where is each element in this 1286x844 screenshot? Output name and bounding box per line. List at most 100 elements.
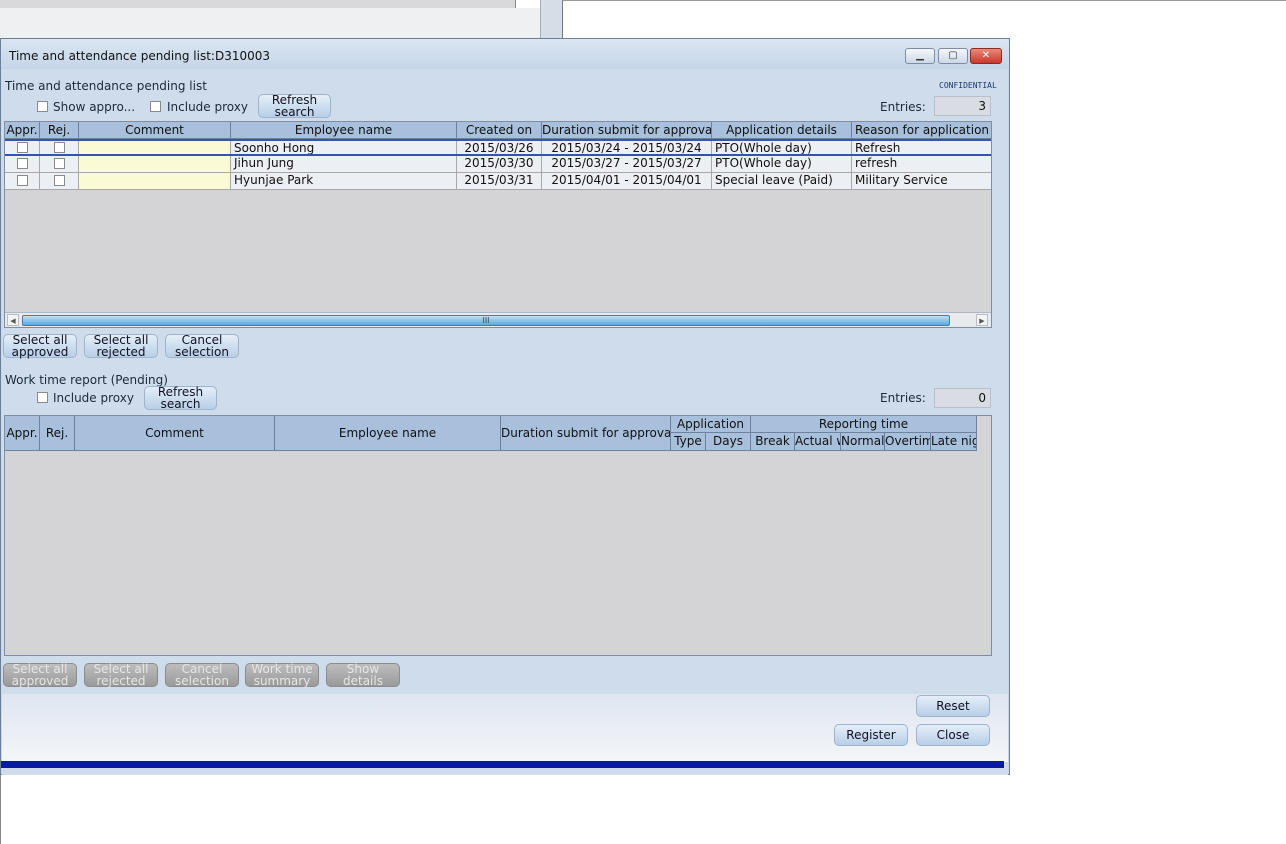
table-row[interactable]: Jihun Jung 2015/03/30 2015/03/27 - 2015/…	[5, 156, 991, 173]
created-cell: 2015/03/30	[457, 156, 542, 172]
dialog-title: Time and attendance pending list:D310003	[9, 49, 271, 63]
refresh-search-button[interactable]: Refresh search	[144, 386, 217, 410]
show-details-button-disabled[interactable]: Show details	[326, 663, 400, 687]
column-header-appr[interactable]: Appr.	[5, 416, 40, 451]
column-header-rej[interactable]: Rej.	[40, 416, 75, 451]
column-header-employee[interactable]: Employee name	[231, 122, 457, 139]
column-header-application[interactable]: Application	[671, 416, 751, 433]
column-header-reporting-time[interactable]: Reporting time	[751, 416, 977, 433]
reject-checkbox[interactable]	[54, 142, 65, 153]
column-header-late-night[interactable]: Late nig	[931, 433, 977, 451]
maximize-icon: ▢	[948, 50, 958, 61]
button-label: summary	[253, 674, 311, 688]
duration-cell: 2015/04/01 - 2015/04/01	[542, 173, 712, 189]
dialog-bottom-bar	[1, 761, 1004, 768]
select-all-rejected-button-disabled[interactable]: Select all rejected	[84, 663, 158, 687]
background-window-strip	[0, 8, 560, 38]
background-window-right	[562, 0, 1286, 39]
table-row[interactable]: Hyunjae Park 2015/03/31 2015/04/01 - 201…	[5, 173, 991, 190]
cancel-selection-button-disabled[interactable]: Cancel selection	[165, 663, 239, 687]
approve-cell	[5, 141, 40, 154]
button-label: approved	[11, 345, 69, 359]
reason-cell: refresh	[852, 156, 991, 172]
comment-cell[interactable]	[79, 173, 231, 189]
button-label: approved	[11, 674, 69, 688]
details-cell: Special leave (Paid)	[712, 173, 852, 189]
column-header-comment[interactable]: Comment	[79, 122, 231, 139]
reject-checkbox[interactable]	[54, 158, 65, 169]
entries-label: Entries:	[880, 100, 926, 114]
search-label: search	[160, 397, 201, 411]
column-header-duration[interactable]: Duration submit for approval	[501, 416, 671, 451]
button-label: selection	[175, 674, 229, 688]
section-title-work-time: Work time report (Pending)	[5, 373, 168, 387]
include-proxy-checkbox[interactable]	[150, 101, 161, 112]
approve-checkbox[interactable]	[17, 158, 28, 169]
work-time-summary-button-disabled[interactable]: Work time summary	[245, 663, 319, 687]
created-cell: 2015/03/31	[457, 173, 542, 189]
entries-label: Entries:	[880, 391, 926, 405]
column-header-break[interactable]: Break	[751, 433, 795, 451]
pending-list-dialog: Time and attendance pending list:D310003…	[0, 38, 1010, 775]
footer-panel: Reset Register Close	[2, 694, 1008, 762]
close-button[interactable]: Close	[916, 724, 990, 746]
comment-cell[interactable]	[79, 141, 231, 154]
button-label: rejected	[96, 674, 146, 688]
duration-cell: 2015/03/24 - 2015/03/24	[542, 141, 712, 154]
minimize-icon: ▁	[916, 50, 924, 61]
search-label: search	[274, 105, 315, 119]
column-header-type[interactable]: Type	[671, 433, 706, 451]
details-cell: PTO(Whole day)	[712, 156, 852, 172]
confidential-label: CONFIDENTIAL	[939, 81, 997, 90]
column-header-overtime[interactable]: Overtim	[885, 433, 931, 451]
column-header-employee[interactable]: Employee name	[275, 416, 501, 451]
select-all-rejected-button[interactable]: Select all rejected	[84, 334, 158, 358]
column-header-appr[interactable]: Appr.	[5, 122, 40, 139]
close-window-button[interactable]: ✕	[970, 48, 1002, 64]
select-all-approved-button-disabled[interactable]: Select all approved	[3, 663, 77, 687]
show-approved-checkbox[interactable]	[37, 101, 48, 112]
employee-cell: Hyunjae Park	[231, 173, 457, 189]
approve-checkbox[interactable]	[17, 175, 28, 186]
scroll-left-icon[interactable]: ◀	[7, 314, 19, 326]
scrollbar-thumb[interactable]: III	[22, 315, 950, 326]
column-header-actual[interactable]: Actual w	[795, 433, 841, 451]
maximize-button[interactable]: ▢	[938, 48, 968, 64]
dialog-content: Time and attendance pending list CONFIDE…	[2, 69, 1008, 775]
reason-cell: Refresh	[852, 141, 991, 154]
column-header-rej[interactable]: Rej.	[40, 122, 79, 139]
column-header-created[interactable]: Created on	[457, 122, 542, 139]
scroll-right-icon[interactable]: ▶	[976, 314, 988, 326]
column-header-reason[interactable]: Reason for application	[852, 122, 991, 139]
section-title-pending: Time and attendance pending list	[5, 79, 207, 93]
minimize-button[interactable]: ▁	[905, 48, 935, 64]
refresh-search-button[interactable]: Refresh search	[258, 94, 331, 118]
reset-button[interactable]: Reset	[916, 695, 990, 717]
column-header-duration[interactable]: Duration submit for approval	[542, 122, 712, 139]
pending-table: Appr. Rej. Comment Employee name Created…	[4, 121, 992, 328]
approve-cell	[5, 156, 40, 172]
title-bar[interactable]: Time and attendance pending list:D310003…	[1, 39, 1009, 69]
reason-cell: Military Service	[852, 173, 991, 189]
select-all-approved-button[interactable]: Select all approved	[3, 334, 77, 358]
column-header-days[interactable]: Days	[706, 433, 751, 451]
include-proxy-checkbox[interactable]	[37, 392, 48, 403]
column-header-comment[interactable]: Comment	[75, 416, 275, 451]
work-time-table: Appr. Rej. Comment Employee name Duratio…	[4, 415, 992, 656]
reject-checkbox[interactable]	[54, 175, 65, 186]
button-label: selection	[175, 345, 229, 359]
approve-checkbox[interactable]	[17, 142, 28, 153]
cancel-selection-button[interactable]: Cancel selection	[165, 334, 239, 358]
close-icon: ✕	[981, 50, 991, 61]
column-header-details[interactable]: Application details	[712, 122, 852, 139]
column-header-normal[interactable]: Normal	[841, 433, 885, 451]
register-button[interactable]: Register	[834, 724, 908, 746]
reject-cell	[40, 156, 79, 172]
button-label: Show details	[343, 662, 383, 688]
table-row[interactable]: Soonho Hong 2015/03/26 2015/03/24 - 2015…	[5, 139, 991, 156]
entries-count: 0	[934, 388, 991, 408]
employee-cell: Soonho Hong	[231, 141, 457, 154]
comment-cell[interactable]	[79, 156, 231, 172]
reject-cell	[40, 173, 79, 189]
horizontal-scrollbar[interactable]: ◀ III ▶	[5, 312, 991, 327]
